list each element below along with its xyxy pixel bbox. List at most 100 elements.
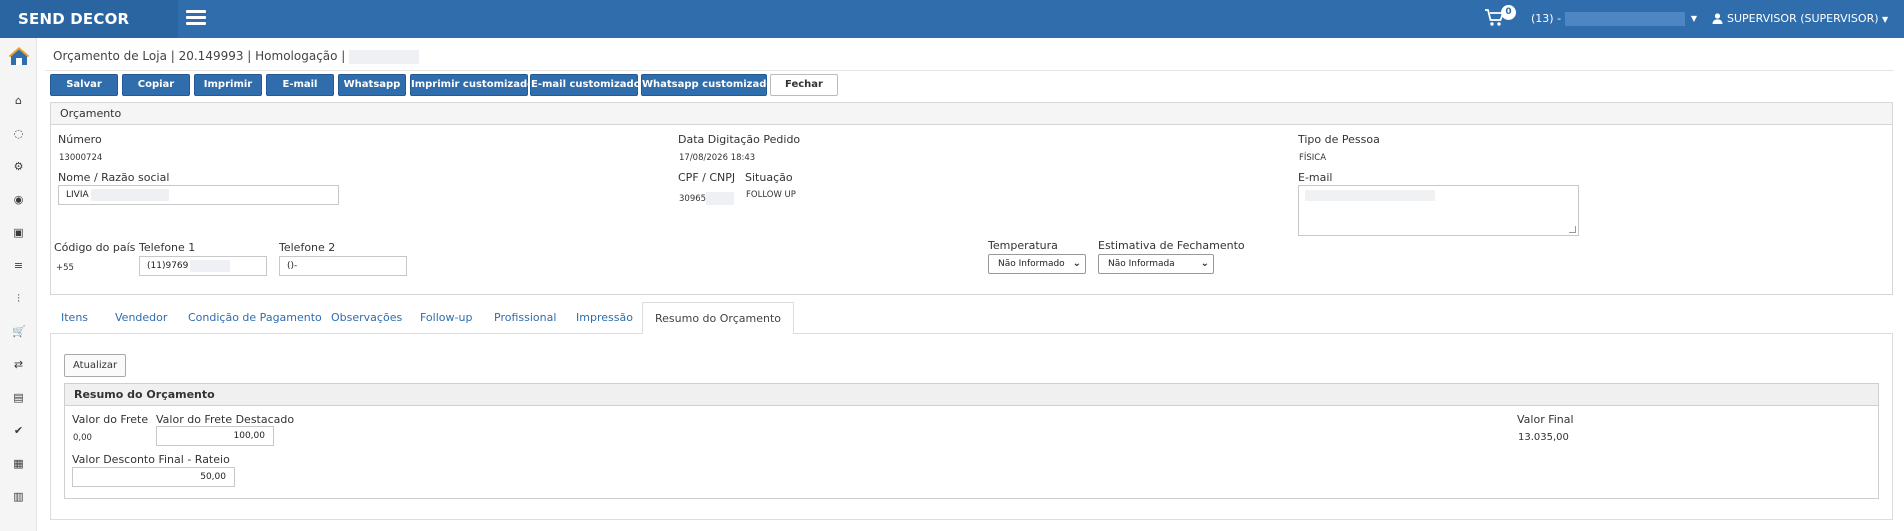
redacted-phone [190, 259, 231, 272]
bar-chart-icon[interactable]: ▥ [12, 490, 25, 503]
temperatura-label: Temperatura [988, 239, 1058, 252]
whatsapp-customizado-button[interactable]: Whatsapp customizado [641, 74, 773, 96]
store-label: (13) - [1531, 12, 1562, 25]
tipo-pessoa-label: Tipo de Pessoa [1298, 133, 1380, 146]
tab-resumo-orcamento[interactable]: Resumo do Orçamento [642, 302, 794, 335]
redacted-store-name [1565, 12, 1686, 26]
situacao-label: Situação [745, 171, 793, 184]
user-name: SUPERVISOR (SUPERVISOR) [1727, 12, 1879, 25]
cube-icon[interactable]: ▣ [12, 226, 25, 239]
frete-destacado-input[interactable]: 100,00 [156, 426, 274, 446]
tab-itens[interactable]: Itens [61, 302, 88, 334]
desconto-input[interactable]: 50,00 [72, 467, 235, 487]
target-icon[interactable]: ◉ [12, 193, 25, 206]
cpf-cnpj-label: CPF / CNPJ [678, 171, 736, 184]
cpf-cnpj-text: 30965 [679, 194, 707, 204]
cart-icon[interactable]: 🛒 [12, 325, 26, 338]
left-sidebar: ⌂ ◌ ⚙ ◉ ▣ ≡ ⫶ 🛒 ⇄ ▤ ✔ ▦ ▥ [0, 38, 37, 531]
redacted-cpf [706, 192, 735, 205]
whatsapp-button[interactable]: Whatsapp [338, 74, 406, 96]
situacao-value: FOLLOW UP [746, 190, 796, 200]
email-textarea[interactable] [1298, 185, 1579, 236]
temperatura-select[interactable]: Não Informado ⌄ [988, 254, 1086, 274]
briefcase-icon[interactable]: ▤ [12, 391, 25, 404]
valor-final-label: Valor Final [1517, 413, 1574, 426]
telefone2-label: Telefone 2 [279, 241, 336, 254]
redacted-name [90, 188, 169, 201]
cogs-icon[interactable]: ⚙ [12, 160, 25, 173]
cart-count-badge: 0 [1501, 5, 1516, 20]
numero-value: 13000724 [59, 153, 103, 163]
email-customizado-button[interactable]: E-mail customizado [530, 74, 641, 96]
tab-vendedor[interactable]: Vendedor [115, 302, 167, 334]
tab-observacoes[interactable]: Observações [331, 302, 402, 334]
page-title-text: Orçamento de Loja | 20.149993 | Homologa… [53, 49, 346, 63]
resumo-orcamento-header: Resumo do Orçamento [65, 384, 1878, 406]
tipo-pessoa-value: FÍSICA [1299, 153, 1327, 163]
store-selector[interactable]: (13) - ▼ [1531, 12, 1697, 26]
cart-button[interactable]: 0 [1484, 5, 1516, 32]
database-icon[interactable]: ≡ [12, 259, 25, 272]
codigo-pais-label: Código do país [54, 241, 136, 254]
top-navbar: SEND DECOR 0 (13) - ▼ SUPERVISOR (SUPERV… [0, 0, 1904, 38]
chevron-down-icon: ⌄ [1072, 258, 1081, 269]
fechar-button[interactable]: Fechar [770, 74, 838, 96]
user-icon [1712, 13, 1723, 24]
desconto-label: Valor Desconto Final - Rateio [72, 453, 230, 466]
title-divider [45, 70, 1894, 71]
telefone1-input[interactable]: (11)9769 [139, 256, 267, 276]
telefone1-value: (11)9769 [147, 261, 189, 271]
tab-follow-up[interactable]: Follow-up [420, 302, 472, 334]
cpf-cnpj-value: 30965 [679, 192, 735, 205]
nome-label: Nome / Razão social [58, 171, 170, 184]
numero-label: Número [58, 133, 102, 146]
nome-input[interactable]: LIVIA [58, 185, 339, 205]
home-icon[interactable] [8, 46, 30, 68]
tab-impressao[interactable]: Impressão [576, 302, 633, 334]
tab-condicao-pagamento[interactable]: Condição de Pagamento [188, 302, 322, 334]
frete-label: Valor do Frete [72, 413, 149, 426]
estimativa-value: Não Informada [1108, 259, 1175, 269]
redacted-email [1305, 190, 1435, 201]
frete-value: 0,00 [73, 433, 92, 443]
estimativa-label: Estimativa de Fechamento [1098, 239, 1245, 252]
caret-down-icon: ▼ [1882, 15, 1889, 24]
caret-down-icon: ▼ [1690, 14, 1697, 23]
redacted-title-suffix [349, 49, 420, 64]
resumo-tab-pane: Atualizar Resumo do Orçamento Valor do F… [50, 334, 1893, 520]
hamburger-menu-icon[interactable] [186, 10, 206, 26]
sliders-icon[interactable]: ⫶ [12, 292, 25, 305]
exchange-icon[interactable]: ⇄ [12, 358, 25, 371]
check-icon[interactable]: ✔ [12, 424, 25, 437]
barcode-icon[interactable]: ▦ [12, 457, 25, 470]
frete-destacado-label: Valor do Frete Destacado [156, 413, 295, 426]
orcamento-panel-header: Orçamento [51, 103, 1892, 125]
telefone1-label: Telefone 1 [139, 241, 196, 254]
temperatura-value: Não Informado [998, 259, 1065, 269]
chevron-down-icon: ⌄ [1200, 258, 1209, 269]
copiar-button[interactable]: Copiar [122, 74, 190, 96]
data-digitacao-value: 17/08/2026 18:43 [679, 153, 756, 163]
tab-profissional[interactable]: Profissional [494, 302, 556, 334]
valor-final-value: 13.035,00 [1518, 432, 1569, 443]
brand-logo[interactable]: SEND DECOR [0, 0, 178, 38]
telefone2-input[interactable]: ()- [279, 256, 407, 276]
resumo-orcamento-panel: Resumo do Orçamento Valor do Frete 0,00 … [64, 383, 1879, 499]
orcamento-panel: Orçamento Número 13000724 Data Digitação… [50, 102, 1893, 295]
page-title: Orçamento de Loja | 20.149993 | Homologa… [53, 49, 420, 64]
dashboard-icon[interactable]: ⌂ [12, 94, 25, 107]
data-digitacao-label: Data Digitação Pedido [678, 133, 801, 146]
imprimir-button[interactable]: Imprimir [194, 74, 262, 96]
salvar-button[interactable]: Salvar [50, 74, 118, 96]
tab-bar: Itens Vendedor Condição de Pagamento Obs… [50, 302, 1893, 335]
user-menu[interactable]: SUPERVISOR (SUPERVISOR) ▼ [1712, 12, 1888, 25]
email-button[interactable]: E-mail [266, 74, 334, 96]
spinner-icon[interactable]: ◌ [12, 127, 25, 140]
nome-input-value: LIVIA [66, 190, 89, 200]
atualizar-button[interactable]: Atualizar [64, 354, 127, 377]
codigo-pais-value: +55 [56, 263, 74, 273]
resize-grip-icon[interactable] [1569, 226, 1576, 233]
estimativa-select[interactable]: Não Informada ⌄ [1098, 254, 1214, 274]
email-label: E-mail [1298, 171, 1333, 184]
imprimir-customizado-button[interactable]: Imprimir customizado [410, 74, 534, 96]
